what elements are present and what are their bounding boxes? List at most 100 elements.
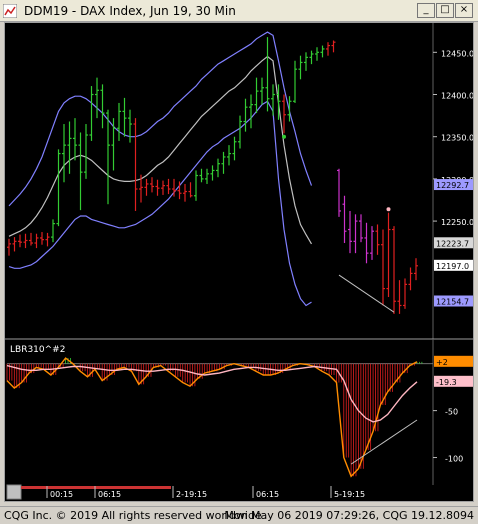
price-bar: [73, 118, 77, 161]
price-bar: [111, 118, 116, 171]
price-bar: [386, 212, 391, 298]
time-label: 06:15: [256, 490, 279, 499]
price-bar: [117, 102, 121, 141]
price-bar: [51, 219, 55, 243]
price-bar: [375, 224, 380, 255]
price-bars: [7, 37, 418, 314]
price-bar: [122, 97, 127, 137]
price-bar: [221, 151, 226, 174]
close-button[interactable]: ×: [455, 3, 473, 18]
price-bar: [84, 124, 88, 179]
price-tag: 12154.7: [434, 295, 473, 307]
chart-area[interactable]: 12450.012400.012350.012300.012250.0 1229…: [4, 22, 474, 502]
price-bar: [392, 226, 396, 314]
price-tag: 12223.7: [434, 237, 473, 249]
chart-canvas[interactable]: 12450.012400.012350.012300.012250.0 1229…: [5, 23, 474, 501]
price-bar: [364, 222, 369, 264]
indicator-panel[interactable]: LBR310^#2 -50 -100 +2 -19.3: [6, 339, 473, 485]
time-label: 5-19:15: [334, 490, 365, 499]
price-tick-label: 12350.0: [441, 134, 473, 143]
price-tags: 12292.7 12223.7 12197.0 12154.7: [434, 179, 473, 307]
minimize-icon: _: [423, 4, 429, 15]
price-bar: [260, 77, 264, 105]
signal-line: [6, 364, 418, 423]
lower-band-line: [8, 100, 312, 307]
price-bar: [293, 60, 297, 103]
price-bar: [304, 52, 308, 71]
price-bar: [166, 178, 171, 195]
indicator-tag-label: -19.3: [436, 378, 457, 387]
indicator-tick-label: -100: [445, 455, 463, 464]
indicator-lines: [6, 357, 418, 478]
price-panel[interactable]: 12450.012400.012350.012300.012250.0 1229…: [5, 23, 474, 340]
scroll-thumb[interactable]: [21, 486, 171, 489]
price-tag: 12292.7: [434, 179, 473, 191]
status-datetime: Mon May 06 2019 07:29:26, CQG 19.12.8094: [224, 509, 474, 522]
price-bar: [408, 267, 413, 291]
price-bar: [199, 168, 204, 183]
price-bar: [370, 226, 374, 260]
price-bar: [315, 47, 319, 61]
bollinger-bands: [8, 31, 313, 307]
price-bar: [216, 158, 220, 178]
price-tick-label: 12400.0: [441, 92, 473, 101]
window-title: DDM19 - DAX Index, Jun 19, 30 Min: [24, 4, 236, 18]
price-tick-label: 12250.0: [441, 218, 473, 227]
price-bar: [89, 86, 94, 141]
price-bar: [359, 214, 363, 243]
time-label: 00:15: [50, 490, 73, 499]
price-bar: [227, 145, 231, 166]
price-bar: [397, 280, 402, 314]
price-bar: [249, 94, 253, 129]
signal-dot: [282, 134, 286, 139]
indicator-value-tag: +2: [434, 355, 473, 367]
price-bar: [337, 168, 341, 217]
minimize-button[interactable]: _: [417, 3, 435, 18]
price-tag-label: 12292.7: [436, 181, 469, 190]
price-bar: [183, 183, 187, 202]
price-bar: [381, 229, 385, 306]
middle-band-line: [8, 55, 313, 245]
price-bar: [243, 98, 248, 132]
price-bar: [331, 40, 336, 53]
price-bar: [282, 94, 286, 134]
scroll-left-button[interactable]: [6, 484, 22, 500]
indicator-value-tag: -19.3: [434, 375, 473, 387]
price-bar: [78, 132, 83, 211]
price-bar: [62, 124, 66, 183]
time-axis: 00:15 06:15 2-19:15 06:15 5-19:15: [5, 484, 473, 501]
price-bar: [188, 182, 193, 198]
price-bar: [18, 234, 22, 248]
price-bar: [34, 233, 39, 249]
price-bar: [12, 237, 17, 252]
time-label: 2-19:15: [176, 490, 207, 499]
price-bar: [7, 238, 11, 256]
price-bar: [45, 232, 50, 247]
indicator-label: LBR310^#2: [10, 345, 65, 355]
price-bar: [265, 37, 270, 112]
price-tick-label: 12450.0: [441, 49, 473, 58]
price-bar: [403, 278, 407, 309]
price-bar: [40, 232, 44, 245]
price-axis: 12450.012400.012350.012300.012250.0: [433, 49, 474, 227]
oscillator-line: [6, 357, 418, 478]
close-icon: ×: [459, 4, 469, 15]
price-bar: [95, 77, 99, 119]
price-bar: [309, 50, 314, 65]
maximize-button[interactable]: □: [436, 3, 454, 18]
price-bar: [56, 149, 61, 227]
price-tag-label: 12197.0: [436, 262, 469, 271]
price-bar: [67, 121, 72, 174]
price-bar: [194, 170, 198, 201]
price-bar: [320, 45, 325, 58]
time-label: 06:15: [98, 490, 121, 499]
title-bar: DDM19 - DAX Index, Jun 19, 30 Min _ □ ×: [0, 0, 478, 22]
price-bar: [150, 177, 154, 193]
price-bar: [23, 233, 28, 249]
indicator-tick-label: -50: [445, 408, 458, 417]
price-bar: [348, 210, 352, 254]
indicator-tag-label: +2: [436, 358, 448, 367]
price-tag: 12197.0: [434, 259, 473, 271]
price-tag-label: 12154.7: [436, 297, 469, 306]
price-bar: [271, 84, 275, 116]
